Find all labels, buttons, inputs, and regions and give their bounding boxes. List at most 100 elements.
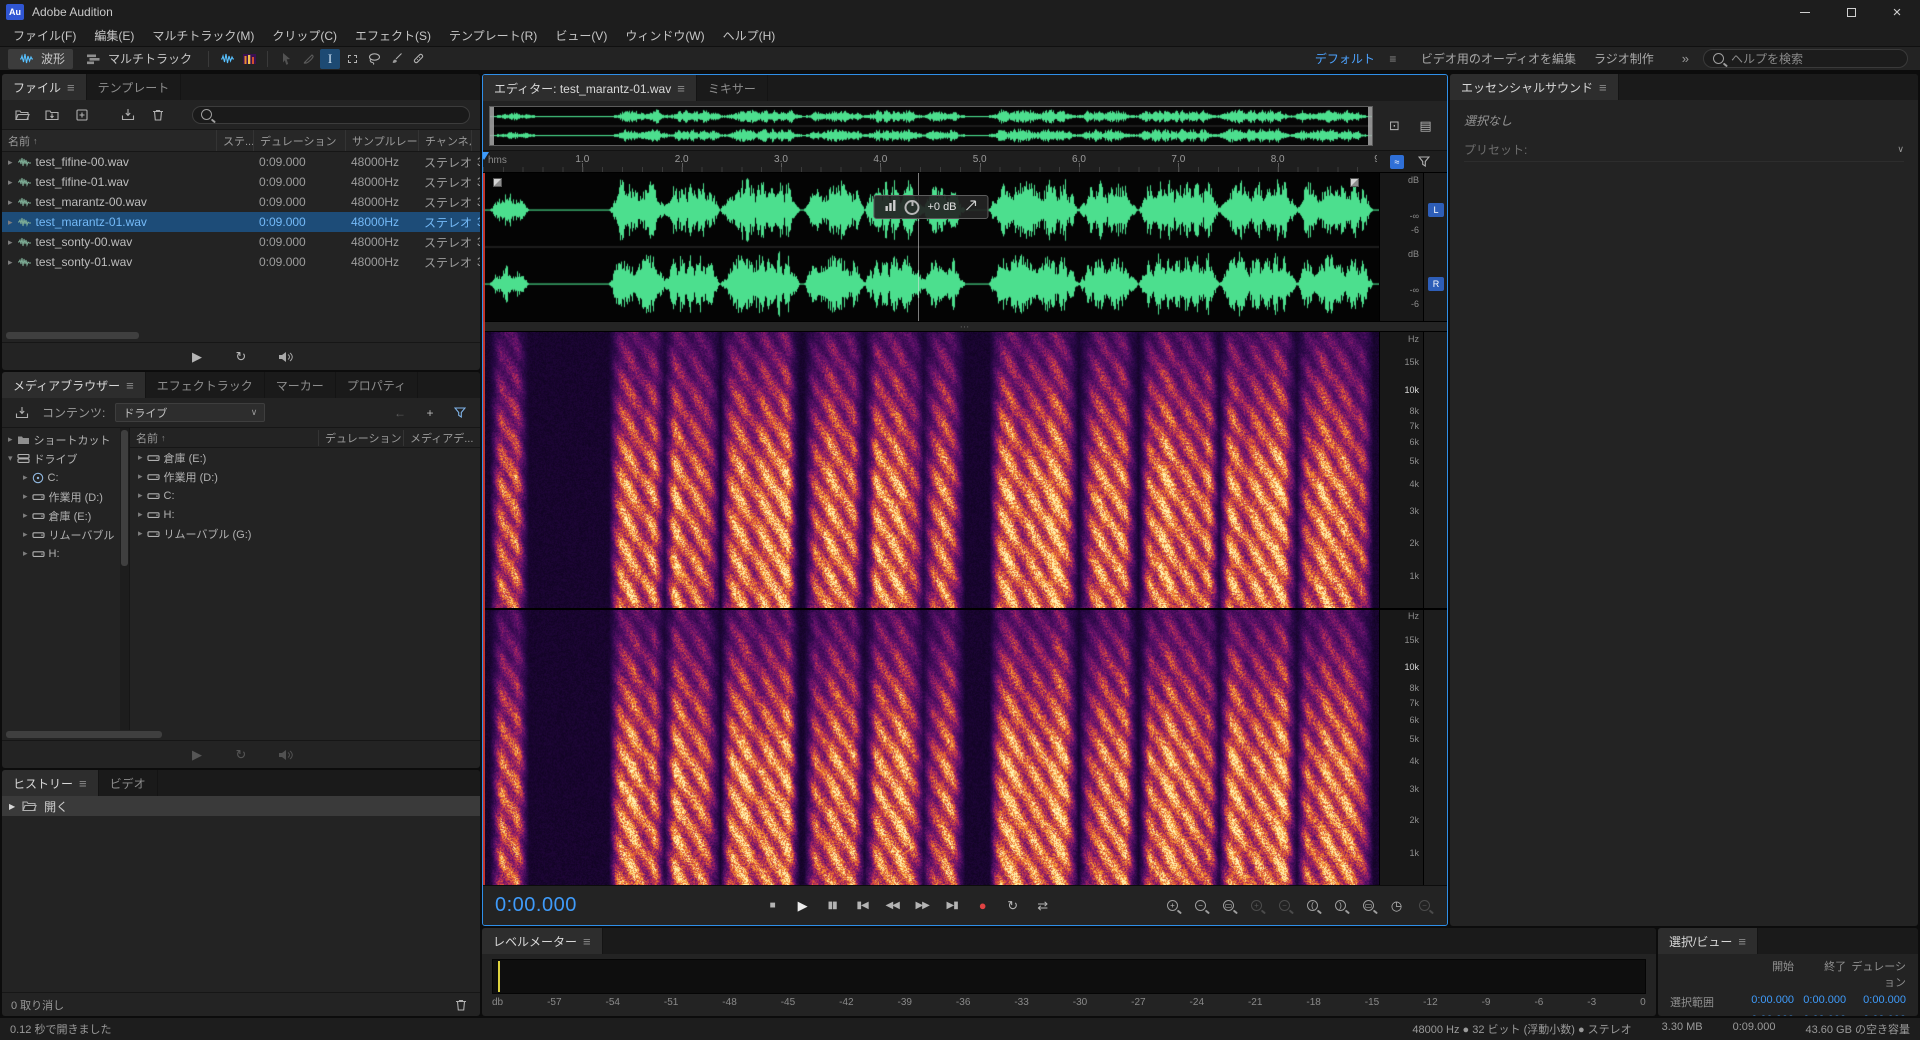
column-header[interactable]: ビ... — [471, 130, 480, 151]
tab-media-browser[interactable]: メディアブラウザー ≡ — [2, 372, 146, 398]
tab-essential-sound[interactable]: エッセンシャルサウンド ≡ — [1450, 74, 1619, 100]
zoom-reset-timer-button[interactable]: ◷ — [1386, 896, 1407, 916]
play-button[interactable]: ▶ — [789, 895, 816, 917]
column-header[interactable]: 名前↑ — [130, 430, 318, 446]
zoom-reset-button[interactable]: − — [1414, 896, 1435, 916]
column-header[interactable]: チャンネル — [418, 130, 471, 151]
range-handle-right[interactable] — [1368, 107, 1372, 145]
zoom-selection-button[interactable]: ▭ — [1358, 896, 1379, 916]
workspace-edit-audio-for-video[interactable]: ビデオ用のオーディオを編集 — [1421, 50, 1576, 67]
content-dropdown[interactable]: ドライブ ∨ — [115, 403, 265, 422]
trash-icon[interactable] — [451, 995, 471, 1015]
menu-file[interactable]: ファイル(F) — [4, 27, 85, 44]
spectral-controls-icon[interactable]: ≈ — [1390, 155, 1404, 169]
vertical-scrollbar[interactable] — [120, 428, 129, 730]
menu-effects[interactable]: エフェクト(S) — [346, 27, 440, 44]
multitrack-mode-button[interactable]: マルチトラック — [75, 49, 200, 69]
tab-selection-view[interactable]: 選択/ビュー ≡ — [1658, 928, 1758, 954]
import-icon[interactable] — [12, 403, 32, 423]
auto-play-speaker-icon[interactable] — [275, 347, 295, 367]
maximize-button[interactable] — [1828, 0, 1874, 24]
playhead-line[interactable] — [483, 173, 485, 885]
files-search-box[interactable] — [192, 106, 470, 124]
tab-editor[interactable]: エディター: test_marantz-01.wav ≡ — [483, 75, 697, 101]
waveform-display[interactable]: +0 dB — [483, 173, 1379, 321]
time-value[interactable]: 0:00.000 — [1742, 994, 1794, 1010]
loop-playback-button[interactable]: ↻ — [999, 895, 1026, 917]
tree-item[interactable]: ▸作業用 (D:) — [2, 487, 120, 506]
tree-item[interactable]: ▸倉庫 (E:) — [2, 506, 120, 525]
drive-row[interactable]: ▸H: — [130, 505, 480, 524]
import-file-icon[interactable] — [42, 105, 62, 125]
spectral-display-icon[interactable] — [239, 49, 259, 69]
tab-markers[interactable]: マーカー — [265, 372, 336, 398]
time-value[interactable]: 0:00.000 — [1742, 1014, 1794, 1016]
horizontal-scrollbar[interactable] — [4, 331, 478, 340]
loop-playback-icon[interactable]: ↻ — [231, 745, 251, 765]
overview-strip[interactable] — [489, 106, 1373, 146]
open-file-icon[interactable] — [12, 105, 32, 125]
tab-templates[interactable]: テンプレート — [87, 74, 182, 100]
back-icon[interactable]: ← — [390, 403, 410, 423]
zoom-out-full-icon[interactable]: ⊡ — [1385, 116, 1405, 136]
move-tool-icon[interactable] — [276, 49, 296, 69]
loop-playback-icon[interactable]: ↻ — [231, 347, 251, 367]
filter-icon[interactable] — [450, 403, 470, 423]
menu-edit[interactable]: 編集(E) — [85, 27, 143, 44]
column-header[interactable]: サンプルレート — [345, 130, 418, 151]
zoom-time-full-button[interactable]: ▭ — [1218, 896, 1239, 916]
auto-play-speaker-icon[interactable] — [275, 745, 295, 765]
skip-selection-button[interactable]: ⇄ — [1029, 895, 1056, 917]
panel-menu-icon[interactable]: ≡ — [1599, 80, 1607, 95]
time-value[interactable]: 0:09.000 — [1846, 1014, 1906, 1016]
column-header[interactable]: デュレーション — [318, 430, 403, 446]
menu-view[interactable]: ビュー(V) — [546, 27, 616, 44]
add-shortcut-icon[interactable]: + — [420, 403, 440, 423]
time-display[interactable]: 0:00.000 — [495, 894, 577, 917]
column-header[interactable]: デュレーション — [253, 130, 345, 151]
file-row[interactable]: ▸test_marantz-01.wav0:09.00048000Hzステレオ3 — [2, 212, 480, 232]
tab-properties[interactable]: プロパティ — [336, 372, 418, 398]
overview-menu-icon[interactable]: ▤ — [1416, 116, 1436, 136]
zoom-selection-left-button[interactable]: ( — [1302, 896, 1323, 916]
channel-R-badge[interactable]: R — [1428, 277, 1444, 291]
preview-play-icon[interactable]: ▶ — [187, 347, 207, 367]
tab-mixer[interactable]: ミキサー — [697, 75, 768, 101]
lasso-selection-tool-icon[interactable] — [364, 49, 384, 69]
fade-in-handle[interactable] — [493, 178, 502, 187]
tab-effects-rack[interactable]: エフェクトラック — [146, 372, 265, 398]
overflow-chevron-icon[interactable]: » — [1682, 51, 1689, 66]
drive-row[interactable]: ▸倉庫 (E:) — [130, 448, 480, 467]
fast-forward-button[interactable]: ▶▶ — [909, 895, 936, 917]
workspace-menu-icon[interactable]: ≡ — [1383, 49, 1403, 69]
file-row[interactable]: ▸test_sonty-00.wav0:09.00048000Hzステレオ3 — [2, 232, 480, 252]
close-button[interactable]: × — [1874, 0, 1920, 24]
record-button[interactable]: ● — [969, 895, 996, 917]
tree-item[interactable]: ▸リムーバブル — [2, 525, 120, 544]
playhead-marker[interactable] — [483, 152, 489, 160]
drive-row[interactable]: ▸作業用 (D:) — [130, 467, 480, 486]
time-value[interactable]: 0:00.000 — [1794, 994, 1846, 1010]
horizontal-scrollbar[interactable] — [4, 730, 478, 740]
rewind-button[interactable]: ◀◀ — [879, 895, 906, 917]
panel-menu-icon[interactable]: ≡ — [67, 80, 75, 95]
column-header[interactable]: メディアデ... — [403, 430, 480, 446]
timeline-ruler[interactable]: hms 1.02.03.04.05.06.07.08.09 — [483, 151, 1377, 172]
menu-multitrack[interactable]: マルチトラック(M) — [143, 27, 263, 44]
panel-menu-icon[interactable]: ≡ — [1738, 934, 1746, 949]
tab-level-meter[interactable]: レベルメーター ≡ — [482, 928, 603, 954]
drive-row[interactable]: ▸C: — [130, 486, 480, 505]
preview-play-icon[interactable]: ▶ — [187, 745, 207, 765]
menu-templates[interactable]: テンプレート(R) — [440, 27, 546, 44]
zoom-out-button[interactable]: − — [1190, 896, 1211, 916]
menu-help[interactable]: ヘルプ(H) — [714, 27, 785, 44]
file-row[interactable]: ▸test_marantz-00.wav0:09.00048000Hzステレオ3 — [2, 192, 480, 212]
waveform-spectral-splitter[interactable]: ∙∙∙ — [483, 321, 1447, 332]
volume-knob[interactable] — [904, 200, 919, 215]
range-handle-left[interactable] — [490, 107, 494, 145]
razor-tool-icon[interactable] — [298, 49, 318, 69]
spectrogram-left-channel[interactable] — [483, 332, 1379, 608]
workspace-default[interactable]: デフォルト — [1315, 50, 1375, 67]
spot-healing-tool-icon[interactable] — [408, 49, 428, 69]
waveform-mode-button[interactable]: 波形 — [8, 49, 73, 69]
